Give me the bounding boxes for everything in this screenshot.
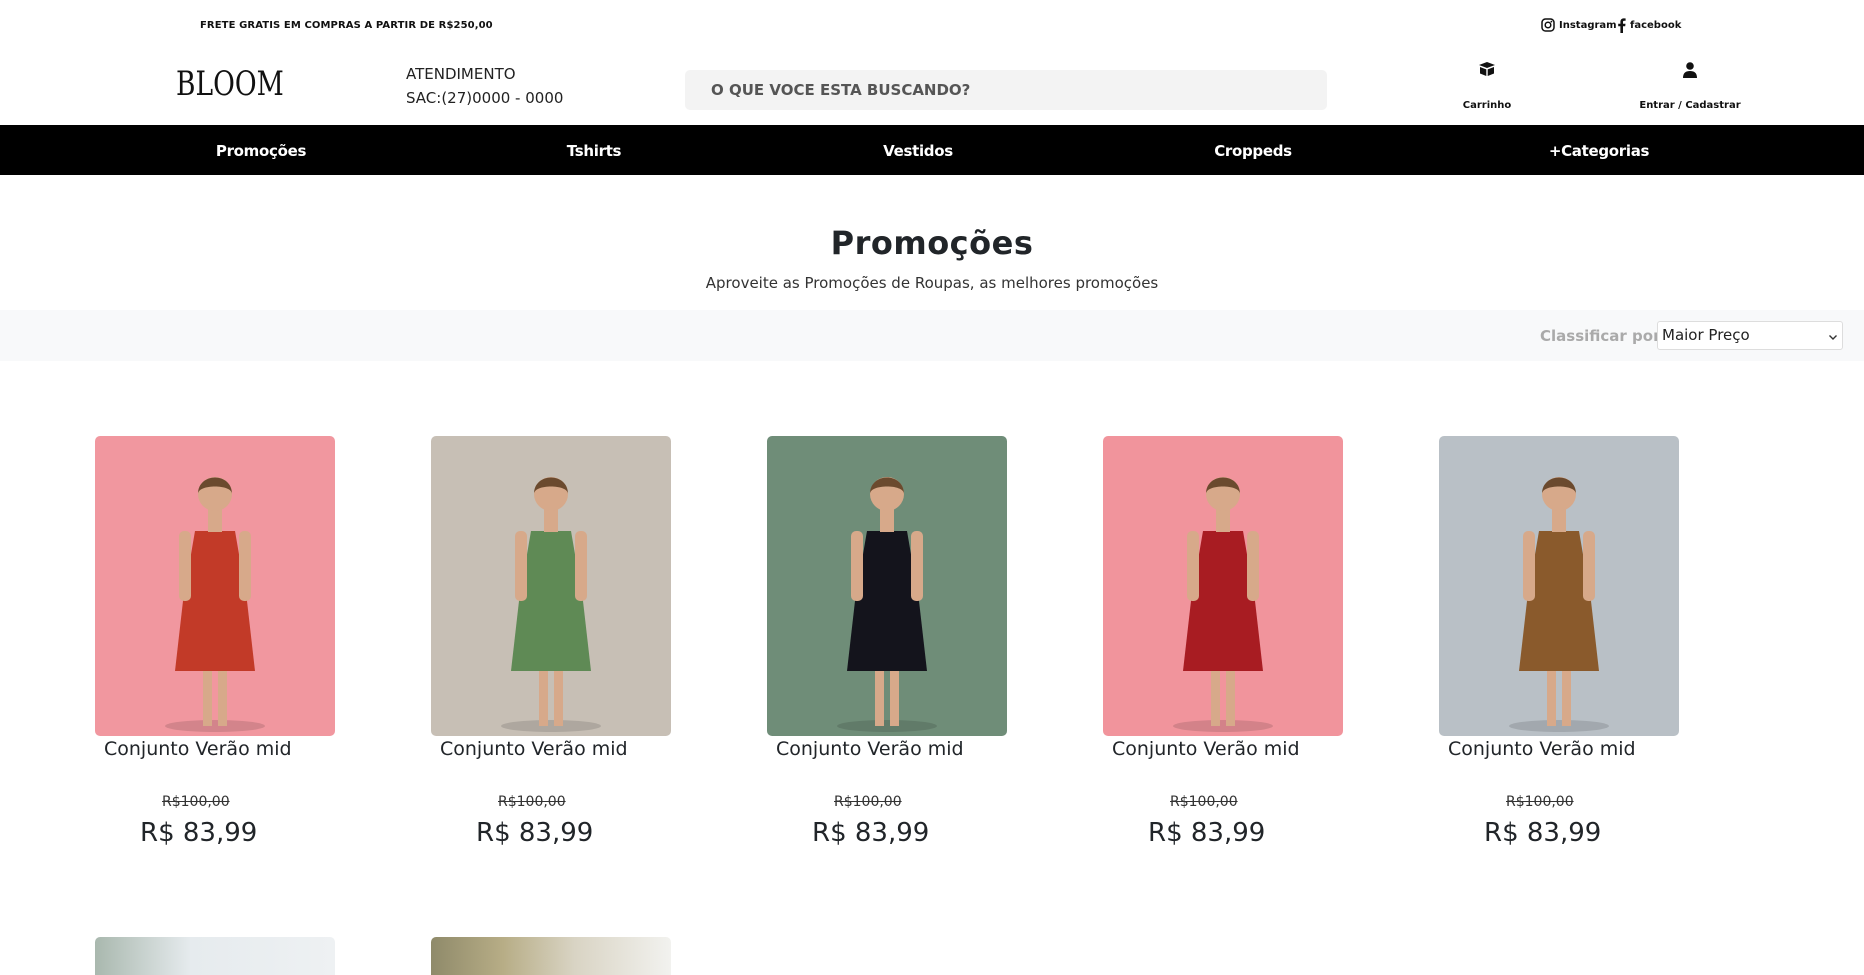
product-price: R$ 83,99 xyxy=(1148,818,1266,848)
customer-service-title: ATENDIMENTO xyxy=(406,65,516,83)
product-name[interactable]: Conjunto Verão mid xyxy=(776,738,964,760)
sort-bar: Classificar por Maior Preço xyxy=(0,310,1864,361)
product-old-price: R$100,00 xyxy=(162,794,230,810)
product-image-partial[interactable] xyxy=(431,937,671,975)
product-image[interactable] xyxy=(767,436,1007,736)
product-old-price: R$100,00 xyxy=(1506,794,1574,810)
category-nav: Promoções Tshirts Vestidos Croppeds +Cat… xyxy=(0,125,1864,175)
product-old-price: R$100,00 xyxy=(1170,794,1238,810)
product-price: R$ 83,99 xyxy=(140,818,258,848)
product-image[interactable] xyxy=(1439,436,1679,736)
product-price: R$ 83,99 xyxy=(476,818,594,848)
sort-selected-value: Maior Preço xyxy=(1662,326,1750,344)
cart-box-icon xyxy=(1478,62,1496,84)
product-image-partial[interactable] xyxy=(95,937,335,975)
chevron-down-icon xyxy=(1828,328,1838,346)
page-title: Promoções xyxy=(830,224,1034,262)
facebook-link[interactable]: facebook xyxy=(1617,18,1681,33)
user-icon xyxy=(1683,62,1697,84)
customer-service-phone: SAC:(27)0000 - 0000 xyxy=(406,89,564,107)
instagram-link[interactable]: Instagram xyxy=(1541,18,1617,32)
cart-button[interactable]: Carrinho xyxy=(1462,62,1512,111)
free-shipping-notice: FRETE GRATIS EM COMPRAS A PARTIR DE R$25… xyxy=(200,20,493,31)
login-register-button[interactable]: Entrar / Cadastrar xyxy=(1639,62,1741,111)
nav-item-promocoes[interactable]: Promoções xyxy=(216,125,307,175)
nav-item-tshirts[interactable]: Tshirts xyxy=(567,125,622,175)
search-box xyxy=(685,70,1327,110)
instagram-icon xyxy=(1541,18,1555,32)
product-price: R$ 83,99 xyxy=(1484,818,1602,848)
customer-service-info: ATENDIMENTO SAC:(27)0000 - 0000 xyxy=(406,62,563,110)
cart-label: Carrinho xyxy=(1462,100,1512,111)
search-input[interactable] xyxy=(711,81,1327,99)
product-old-price: R$100,00 xyxy=(498,794,566,810)
sort-select[interactable]: Maior Preço xyxy=(1657,321,1843,350)
product-name[interactable]: Conjunto Verão mid xyxy=(104,738,292,760)
nav-item-more-categories[interactable]: +Categorias xyxy=(1549,125,1650,175)
product-image[interactable] xyxy=(431,436,671,736)
product-name[interactable]: Conjunto Verão mid xyxy=(440,738,628,760)
product-image[interactable] xyxy=(1103,436,1343,736)
product-old-price: R$100,00 xyxy=(834,794,902,810)
instagram-label: Instagram xyxy=(1559,19,1617,31)
site-header: BLOOM ATENDIMENTO SAC:(27)0000 - 0000 Ca… xyxy=(0,44,1864,125)
top-bar: FRETE GRATIS EM COMPRAS A PARTIR DE R$25… xyxy=(0,0,1864,44)
page-subtitle: Aproveite as Promoções de Roupas, as mel… xyxy=(705,274,1159,292)
facebook-label: facebook xyxy=(1630,20,1682,31)
brand-logo[interactable]: BLOOM xyxy=(176,64,284,104)
login-register-label: Entrar / Cadastrar xyxy=(1639,100,1741,111)
nav-item-croppeds[interactable]: Croppeds xyxy=(1214,125,1292,175)
product-price: R$ 83,99 xyxy=(812,818,930,848)
product-name[interactable]: Conjunto Verão mid xyxy=(1112,738,1300,760)
product-image[interactable] xyxy=(95,436,335,736)
facebook-icon xyxy=(1617,18,1626,33)
sort-label: Classificar por xyxy=(1540,327,1661,345)
nav-item-vestidos[interactable]: Vestidos xyxy=(883,125,953,175)
product-name[interactable]: Conjunto Verão mid xyxy=(1448,738,1636,760)
